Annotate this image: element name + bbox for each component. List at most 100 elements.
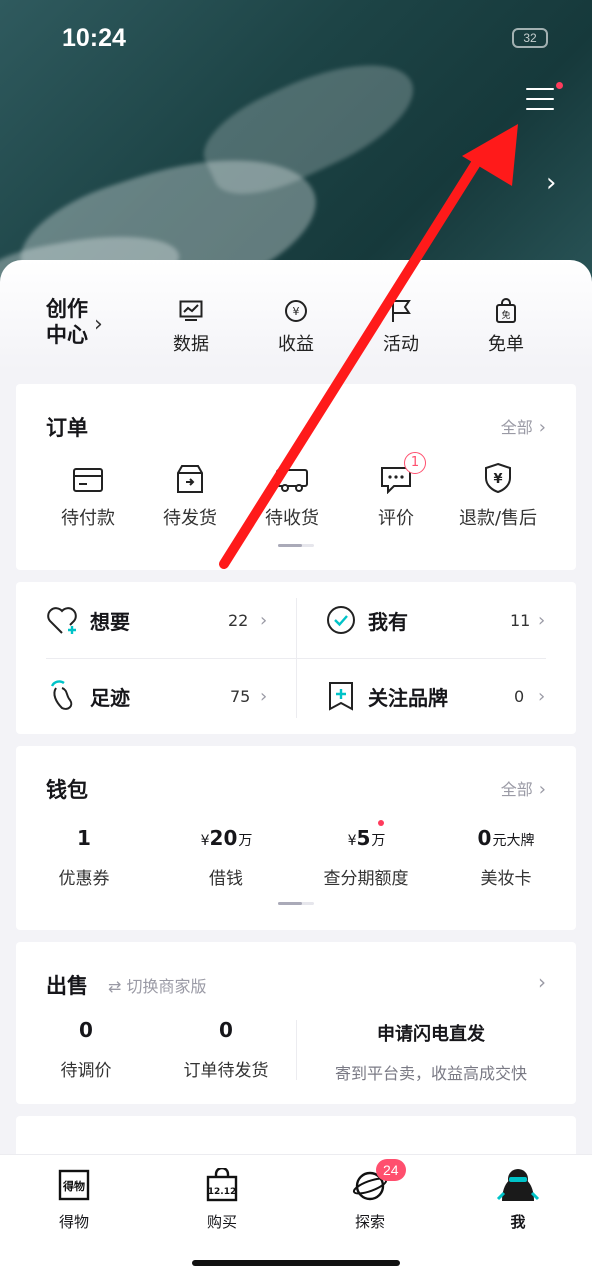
wallet-unit: 元大牌 xyxy=(492,833,535,849)
wallet-installment[interactable]: ¥5万 查分期额度 xyxy=(296,820,436,889)
explore-badge: 24 xyxy=(376,1159,406,1181)
wallet-value: 0 xyxy=(477,826,492,850)
collection-count: 75 xyxy=(230,686,251,706)
switch-merchant-label: 切换商家版 xyxy=(126,977,207,996)
wallet-coupons[interactable]: 1 优惠券 xyxy=(14,826,154,889)
collection-want[interactable]: 想要 22 › xyxy=(46,590,276,650)
flag-icon xyxy=(361,296,441,326)
creator-item-label: 数据 xyxy=(173,334,209,355)
tab-me[interactable]: 我 xyxy=(468,1165,568,1232)
chevron-right-icon[interactable]: › xyxy=(546,168,556,198)
collection-followed-brands[interactable]: 关注品牌 0 › xyxy=(324,666,554,726)
sell-value: 0 xyxy=(79,1018,93,1042)
hamburger-menu-icon[interactable] xyxy=(526,88,554,112)
tab-buy[interactable]: 12.12 购买 xyxy=(172,1165,272,1232)
creator-item-label: 活动 xyxy=(383,334,419,355)
planet-icon: 24 xyxy=(320,1159,420,1205)
battery-icon: 32 xyxy=(512,28,548,48)
footprint-icon xyxy=(46,679,80,713)
order-item-label: 评价 xyxy=(378,508,414,529)
tab-label: 得物 xyxy=(58,1213,89,1231)
wallet-value: 20 xyxy=(209,826,238,850)
svg-text:得物: 得物 xyxy=(62,1179,85,1193)
tab-label: 我 xyxy=(510,1213,526,1231)
currency-symbol: ¥ xyxy=(347,833,357,849)
wallet-title: 钱包 xyxy=(46,778,88,802)
tab-label: 探索 xyxy=(354,1213,385,1231)
currency-symbol: ¥ xyxy=(200,833,210,849)
scroll-indicator xyxy=(278,544,314,547)
sell-label: 待调价 xyxy=(60,1061,112,1081)
creator-item-label: 收益 xyxy=(278,334,314,355)
truck-icon xyxy=(242,458,342,494)
wallet-all-link[interactable]: 全部 › xyxy=(501,776,546,800)
scroll-indicator xyxy=(278,902,314,905)
wallet-unit: 万 xyxy=(238,833,253,849)
svg-text:12.12: 12.12 xyxy=(208,1187,236,1197)
collection-owned[interactable]: 我有 11 › xyxy=(324,590,554,650)
collection-name: 足迹 xyxy=(90,685,130,710)
creator-item-earnings[interactable]: ¥ 收益 xyxy=(256,296,336,356)
sell-title: 出售 xyxy=(46,974,88,998)
divider xyxy=(46,658,546,659)
tab-label: 购买 xyxy=(206,1213,237,1231)
sell-card: 出售 ⇄ 切换商家版 › 0 待调价 0 订单待发货 申请闪电直发 寄到平台卖，… xyxy=(16,942,576,1104)
chevron-right-icon: › xyxy=(538,417,546,438)
comment-icon: 1 xyxy=(346,452,446,494)
shopping-bag-icon: 12.12 xyxy=(172,1165,272,1205)
bag-icon: 免 xyxy=(466,296,546,326)
collection-footprint[interactable]: 足迹 75 › xyxy=(46,666,276,726)
sell-pending-ship[interactable]: 0 订单待发货 xyxy=(156,1018,296,1081)
svg-text:免: 免 xyxy=(501,309,510,321)
order-item-review[interactable]: 1 评价 xyxy=(346,452,446,530)
wallet-loan[interactable]: ¥20万 借钱 xyxy=(156,826,296,889)
tab-dewu[interactable]: 得物 得物 xyxy=(24,1165,124,1232)
collection-name: 想要 xyxy=(90,609,130,634)
order-item-pending-payment[interactable]: 待付款 xyxy=(38,458,138,530)
sell-label: 订单待发货 xyxy=(183,1061,269,1081)
svg-text:¥: ¥ xyxy=(293,305,300,318)
svg-text:¥: ¥ xyxy=(493,472,502,487)
wallet-all-label: 全部 xyxy=(500,780,533,799)
tab-explore[interactable]: 24 探索 xyxy=(320,1159,420,1232)
orders-all-link[interactable]: 全部 › xyxy=(501,414,546,438)
chevron-right-icon[interactable]: › xyxy=(538,970,546,994)
order-item-pending-receipt[interactable]: 待收货 xyxy=(242,458,342,530)
check-circle-icon xyxy=(324,603,358,637)
creator-item-free[interactable]: 免 免单 xyxy=(466,296,546,356)
promo-subtitle: 寄到平台卖，收益高成交快 xyxy=(334,1064,527,1083)
wallet-beauty-card[interactable]: 0元大牌 美妆卡 xyxy=(436,826,576,889)
home-indicator xyxy=(192,1260,400,1266)
chevron-right-icon: › xyxy=(538,779,546,800)
collections-card: 想要 22 › 我有 11 › 足迹 75 › 关注品牌 0 › xyxy=(16,582,576,734)
sell-pending-price[interactable]: 0 待调价 xyxy=(16,1018,156,1081)
creator-center-title[interactable]: 创作 中心 xyxy=(46,296,88,348)
swap-icon: ⇄ xyxy=(108,977,122,996)
wallet-card: 钱包 全部 › 1 优惠券 ¥20万 借钱 ¥5万 查分期额度 0元大牌 美妆卡 xyxy=(16,746,576,930)
wallet-label: 优惠券 xyxy=(58,869,110,889)
chevron-right-icon: › xyxy=(538,609,546,631)
wallet-label: 查分期额度 xyxy=(323,869,409,889)
order-item-label: 待付款 xyxy=(61,508,115,529)
chevron-right-icon: › xyxy=(260,685,268,707)
order-item-refund[interactable]: ¥ 退款/售后 xyxy=(448,458,548,530)
orders-title: 订单 xyxy=(46,416,88,440)
collection-name: 我有 xyxy=(368,609,408,634)
collection-name: 关注品牌 xyxy=(368,685,448,710)
wallet-value: 1 xyxy=(77,826,91,850)
wallet-unit: 万 xyxy=(371,833,386,849)
heart-plus-icon xyxy=(46,603,80,637)
refund-shield-icon: ¥ xyxy=(448,458,548,494)
divider xyxy=(296,1020,297,1080)
wallet-label: 借钱 xyxy=(209,869,243,889)
creator-item-data[interactable]: 数据 xyxy=(151,296,231,356)
flash-direct-promo[interactable]: 申请闪电直发 寄到平台卖，收益高成交快 xyxy=(306,1020,556,1084)
notification-dot xyxy=(378,820,384,826)
chevron-right-icon: › xyxy=(538,685,546,707)
switch-merchant-link[interactable]: ⇄ 切换商家版 xyxy=(108,973,207,997)
order-item-pending-shipment[interactable]: 待发货 xyxy=(140,458,240,530)
collection-count: 0 xyxy=(514,686,525,706)
creator-title-line2: 中心 xyxy=(46,323,88,347)
chevron-right-icon: › xyxy=(260,609,268,631)
creator-item-activity[interactable]: 活动 xyxy=(361,296,441,356)
